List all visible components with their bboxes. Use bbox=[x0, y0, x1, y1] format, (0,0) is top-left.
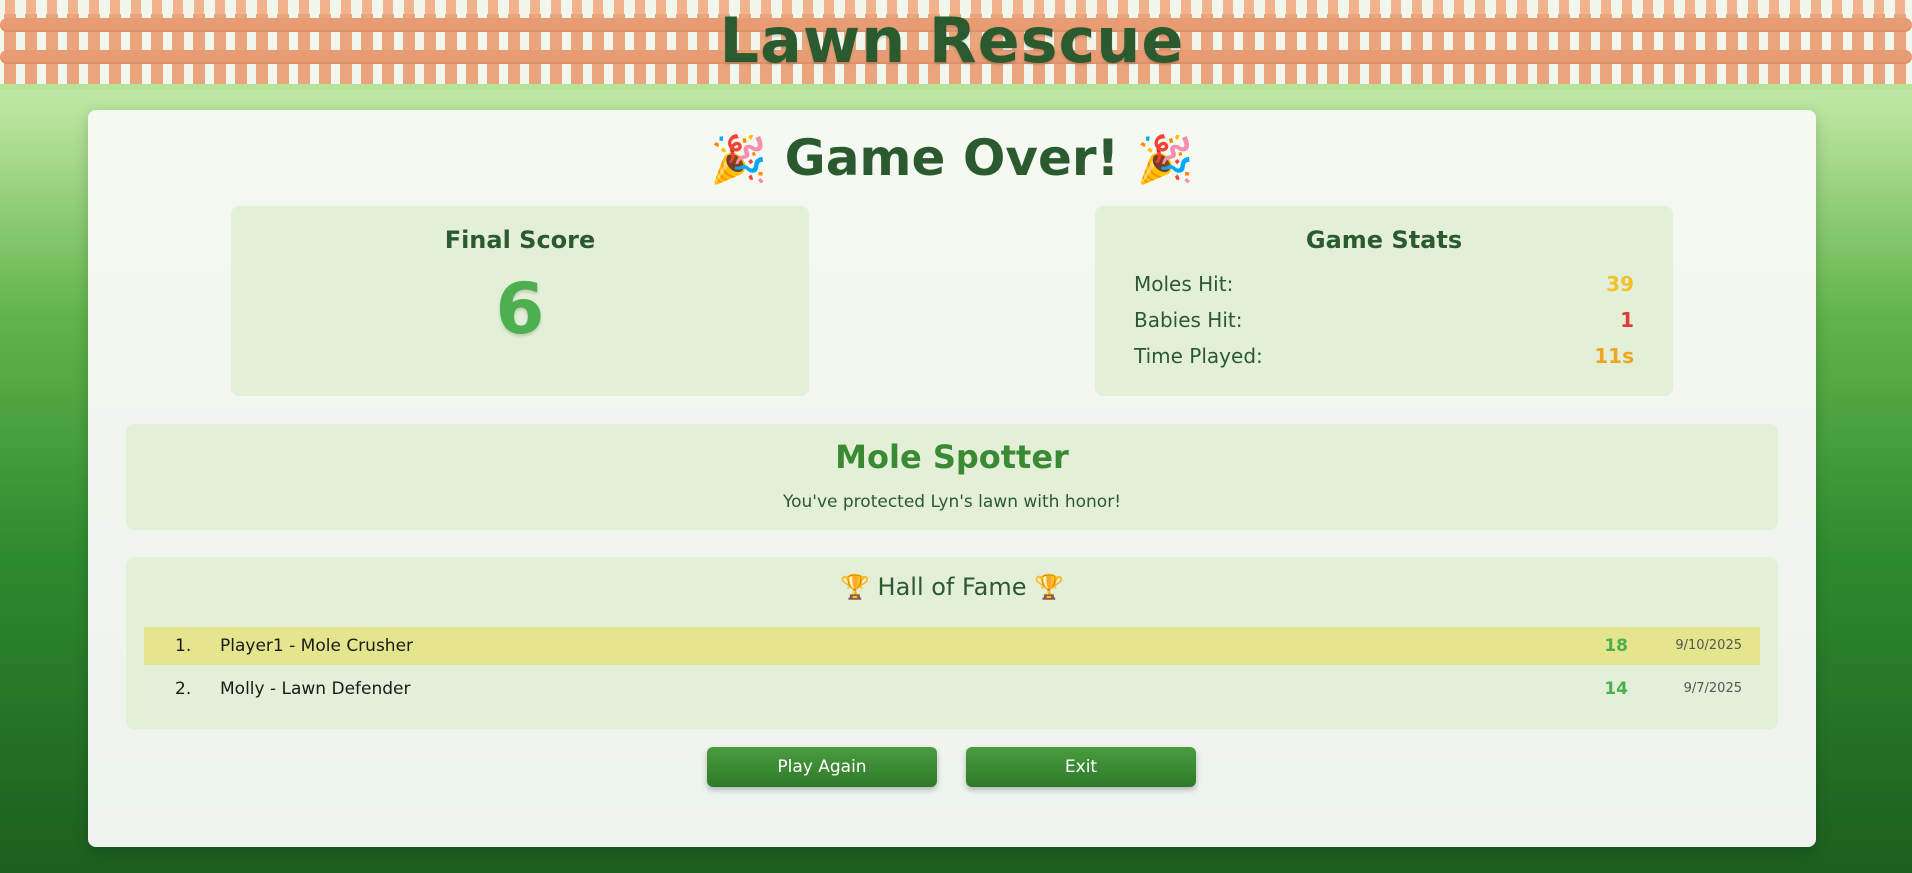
final-score-label: Final Score bbox=[444, 226, 596, 254]
play-again-button[interactable]: Play Again bbox=[707, 747, 937, 787]
stat-value: 1 bbox=[1620, 308, 1634, 332]
hof-rank: 2. bbox=[175, 679, 192, 699]
stat-label: Babies Hit: bbox=[1134, 308, 1243, 332]
stat-row-babies-hit: Babies Hit: 1 bbox=[1134, 308, 1634, 338]
stat-value: 11s bbox=[1594, 344, 1634, 368]
hof-rank: 1. bbox=[175, 636, 192, 656]
hof-score: 18 bbox=[1604, 636, 1628, 656]
trophy-icon: 🏆 bbox=[840, 573, 870, 601]
rank-subtitle: You've protected Lyn's lawn with honor! bbox=[782, 492, 1122, 512]
hall-of-fame-heading: 🏆 Hall of Fame 🏆 bbox=[126, 573, 1778, 601]
stat-label: Moles Hit: bbox=[1134, 272, 1234, 296]
exit-button[interactable]: Exit bbox=[966, 747, 1196, 787]
game-over-panel: 🎉 Game Over! 🎉 Final Score 6 Game Stats … bbox=[88, 110, 1816, 847]
hall-of-fame-title: Hall of Fame bbox=[877, 573, 1027, 601]
stat-label: Time Played: bbox=[1134, 344, 1263, 368]
hall-of-fame-row: 1. Player1 - Mole Crusher 18 9/10/2025 bbox=[144, 627, 1760, 665]
hof-date: 9/10/2025 bbox=[1675, 638, 1742, 653]
hof-score: 14 bbox=[1604, 679, 1628, 699]
hof-name: Player1 - Mole Crusher bbox=[220, 636, 414, 656]
game-title: Lawn Rescue bbox=[719, 4, 1185, 77]
game-stats-card: Game Stats Moles Hit: 39 Babies Hit: 1 T… bbox=[1095, 206, 1673, 396]
game-stats-title: Game Stats bbox=[1305, 226, 1463, 254]
stat-value: 39 bbox=[1606, 272, 1634, 296]
game-over-heading: 🎉 Game Over! 🎉 bbox=[88, 118, 1816, 199]
hall-of-fame-card: 🏆 Hall of Fame 🏆 1. Player1 - Mole Crush… bbox=[126, 557, 1778, 729]
rank-card: Mole Spotter You've protected Lyn's lawn… bbox=[126, 424, 1778, 530]
grass-edge bbox=[0, 84, 1912, 90]
party-popper-icon: 🎉 bbox=[709, 132, 768, 186]
final-score-value: 6 bbox=[495, 268, 545, 350]
hof-name: Molly - Lawn Defender bbox=[220, 679, 411, 699]
hall-of-fame-row: 2. Molly - Lawn Defender 14 9/7/2025 bbox=[144, 670, 1760, 708]
hof-date: 9/7/2025 bbox=[1683, 681, 1742, 696]
party-popper-icon: 🎉 bbox=[1136, 132, 1195, 186]
game-over-title: Game Over! bbox=[784, 129, 1120, 187]
stat-row-moles-hit: Moles Hit: 39 bbox=[1134, 272, 1634, 302]
rank-title: Mole Spotter bbox=[835, 438, 1069, 476]
trophy-icon: 🏆 bbox=[1034, 573, 1064, 601]
fence-header: Lawn Rescue bbox=[0, 0, 1912, 90]
stat-row-time-played: Time Played: 11s bbox=[1134, 344, 1634, 374]
final-score-card: Final Score 6 bbox=[231, 206, 809, 396]
